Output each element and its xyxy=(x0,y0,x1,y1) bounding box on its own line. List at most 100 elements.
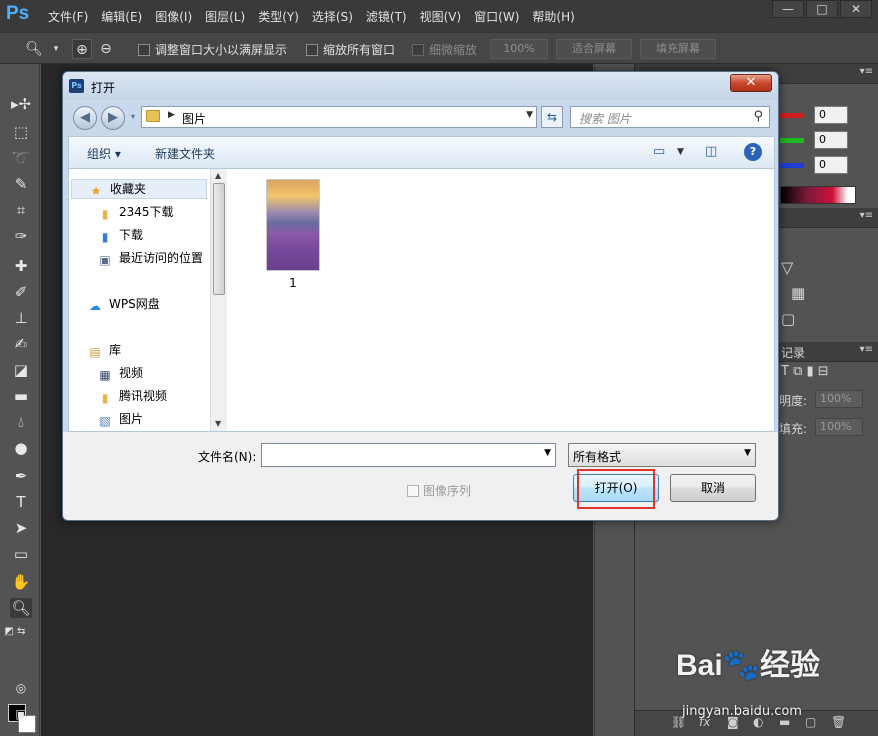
quick-select-tool-icon[interactable]: ✎ xyxy=(10,174,32,194)
filename-dropdown-icon[interactable]: ▼ xyxy=(544,448,551,458)
quick-mask-icon[interactable]: ◎ xyxy=(10,678,32,698)
address-dropdown-icon[interactable]: ▼ xyxy=(526,110,533,120)
filename-input[interactable]: ▼ xyxy=(261,443,556,467)
default-colors-icon[interactable]: ◩ ⇆ xyxy=(4,622,26,642)
blue-value-field[interactable]: 0 xyxy=(814,156,848,174)
menu-file[interactable]: 文件(F) xyxy=(48,8,88,25)
red-value-field[interactable]: 0 xyxy=(814,106,848,124)
view-mode-icon[interactable]: ▭ xyxy=(653,144,665,159)
menu-select[interactable]: 选择(S) xyxy=(312,8,353,25)
image-thumbnail[interactable] xyxy=(266,179,320,271)
search-input[interactable]: 搜索 图片 ⚲ xyxy=(570,106,770,128)
cancel-button[interactable]: 取消 xyxy=(670,474,756,502)
nav-item-libraries[interactable]: ▤ 库 xyxy=(87,341,121,361)
zoom-all-checkbox[interactable] xyxy=(306,44,318,56)
blur-tool-icon[interactable]: 💧︎ xyxy=(10,412,32,432)
fit-screen-button[interactable]: 适合屏幕 xyxy=(556,39,632,59)
resize-windows-option[interactable]: 调整窗口大小以满屏显示 xyxy=(138,41,287,58)
brush-tool-icon[interactable]: ✐ xyxy=(10,282,32,302)
zoom-in-icon[interactable]: ⊕ xyxy=(72,39,92,59)
fill-field[interactable]: 100% xyxy=(815,418,863,436)
scrubby-zoom-checkbox[interactable] xyxy=(412,44,424,56)
clone-stamp-tool-icon[interactable]: ⊥ xyxy=(10,308,32,328)
scrubby-zoom-option[interactable]: 细微缩放 xyxy=(412,41,477,58)
pen-tool-icon[interactable]: ✒ xyxy=(10,466,32,486)
resize-windows-checkbox[interactable] xyxy=(138,44,150,56)
nav-item-pictures[interactable]: ▧ 图片 xyxy=(97,410,143,430)
color-spectrum[interactable] xyxy=(780,186,856,204)
nav-item-wps-cloud[interactable]: ☁ WPS网盘 xyxy=(87,295,160,315)
marquee-tool-icon[interactable]: ⬚ xyxy=(10,122,32,142)
file-type-dropdown-icon[interactable]: ▼ xyxy=(744,448,751,458)
panel-menu-icon[interactable]: ▾≡ xyxy=(860,210,873,221)
actual-pixels-button[interactable]: 100% xyxy=(490,39,548,59)
nav-item-downloads[interactable]: ▮ 下载 xyxy=(97,226,143,246)
tool-preset-dropdown-icon[interactable]: ▾ xyxy=(46,39,66,59)
navigation-scrollbar[interactable]: ▲ ▼ xyxy=(210,169,227,431)
refresh-icon[interactable]: ⇆ xyxy=(541,106,563,128)
menu-window[interactable]: 窗口(W) xyxy=(474,8,519,25)
path-select-tool-icon[interactable]: ➤ xyxy=(10,518,32,538)
menu-image[interactable]: 图像(I) xyxy=(155,8,192,25)
zoom-out-icon[interactable]: ⊖ xyxy=(96,39,116,59)
red-slider[interactable] xyxy=(780,112,804,118)
menu-help[interactable]: 帮助(H) xyxy=(532,8,574,25)
menu-type[interactable]: 类型(Y) xyxy=(258,8,299,25)
menu-edit[interactable]: 编辑(E) xyxy=(101,8,142,25)
adjustment-grid-icon[interactable]: ▦ xyxy=(791,284,805,302)
nav-item-tencent-video[interactable]: ▮ 腾讯视频 xyxy=(97,387,167,407)
image-sequence-option[interactable]: 图像序列 xyxy=(407,482,471,499)
lasso-tool-icon[interactable]: ➰ xyxy=(10,148,32,168)
address-bar[interactable]: ▶ 图片 ▼ xyxy=(141,106,537,128)
dodge-tool-icon[interactable]: ● xyxy=(10,438,32,458)
panel-menu-icon[interactable]: ▾≡ xyxy=(860,66,873,77)
hand-tool-icon[interactable]: ✋ xyxy=(10,572,32,592)
scrollbar-thumb[interactable] xyxy=(213,183,225,295)
search-icon[interactable]: ⚲ xyxy=(753,109,763,124)
file-type-select[interactable]: 所有格式 ▼ xyxy=(568,443,756,467)
zoom-all-windows-option[interactable]: 缩放所有窗口 xyxy=(306,41,395,58)
zoom-tool-icon[interactable]: 🔍︎ xyxy=(24,39,44,59)
scroll-down-icon[interactable]: ▼ xyxy=(215,419,221,428)
menu-view[interactable]: 视图(V) xyxy=(420,8,462,25)
type-tool-icon[interactable]: T xyxy=(10,492,32,512)
dialog-titlebar[interactable]: Ps 打开 ✕ xyxy=(63,72,778,100)
screen-mode-icon[interactable]: ▣ xyxy=(10,704,32,724)
gradient-tool-icon[interactable]: ▬ xyxy=(10,386,32,406)
crop-tool-icon[interactable]: ⌗ xyxy=(10,200,32,220)
help-icon[interactable]: ? xyxy=(744,143,762,161)
maximize-button[interactable]: □ xyxy=(806,0,838,18)
nav-item-2345-downloads[interactable]: ▮ 2345下载 xyxy=(97,203,174,223)
green-value-field[interactable]: 0 xyxy=(814,131,848,149)
dialog-close-button[interactable]: ✕ xyxy=(730,74,772,92)
eraser-tool-icon[interactable]: ◪ xyxy=(10,360,32,380)
minimize-button[interactable]: — xyxy=(772,0,804,18)
view-dropdown-icon[interactable]: ▼ xyxy=(677,147,684,157)
back-arrow-icon[interactable]: ◀ xyxy=(73,106,97,130)
adjustment-square-icon[interactable]: ▢ xyxy=(781,310,795,328)
opacity-field[interactable]: 100% xyxy=(815,390,863,408)
history-tab[interactable]: 记录 xyxy=(781,344,805,361)
zoom-tool-icon[interactable]: 🔍︎ xyxy=(10,598,32,618)
new-folder-button[interactable]: 新建文件夹 xyxy=(155,145,215,162)
file-name-label[interactable]: 1 xyxy=(266,276,320,290)
shape-tool-icon[interactable]: ▭ xyxy=(10,544,32,564)
menu-filter[interactable]: 滤镜(T) xyxy=(366,8,407,25)
address-path[interactable]: 图片 xyxy=(182,110,206,127)
image-sequence-checkbox[interactable] xyxy=(407,485,419,497)
forward-arrow-icon[interactable]: ▶ xyxy=(101,106,125,130)
eyedropper-tool-icon[interactable]: ✑ xyxy=(10,226,32,246)
healing-brush-tool-icon[interactable]: ✚ xyxy=(10,256,32,276)
panel-menu-icon[interactable]: ▾≡ xyxy=(860,344,873,355)
nav-item-recent-places[interactable]: ▣ 最近访问的位置 xyxy=(97,249,203,269)
blue-slider[interactable] xyxy=(780,162,804,168)
breadcrumb-separator-icon[interactable]: ▶ xyxy=(168,110,175,120)
fill-screen-button[interactable]: 填充屏幕 xyxy=(640,39,716,59)
organize-menu[interactable]: 组织 ▾ xyxy=(87,145,121,162)
menu-layer[interactable]: 图层(L) xyxy=(205,8,245,25)
history-brush-tool-icon[interactable]: ✍ xyxy=(10,334,32,354)
close-button[interactable]: ✕ xyxy=(840,0,872,18)
nav-item-videos[interactable]: ▦ 视频 xyxy=(97,364,143,384)
move-tool-icon[interactable]: ▸✢ xyxy=(10,94,32,114)
scroll-up-icon[interactable]: ▲ xyxy=(215,171,221,180)
